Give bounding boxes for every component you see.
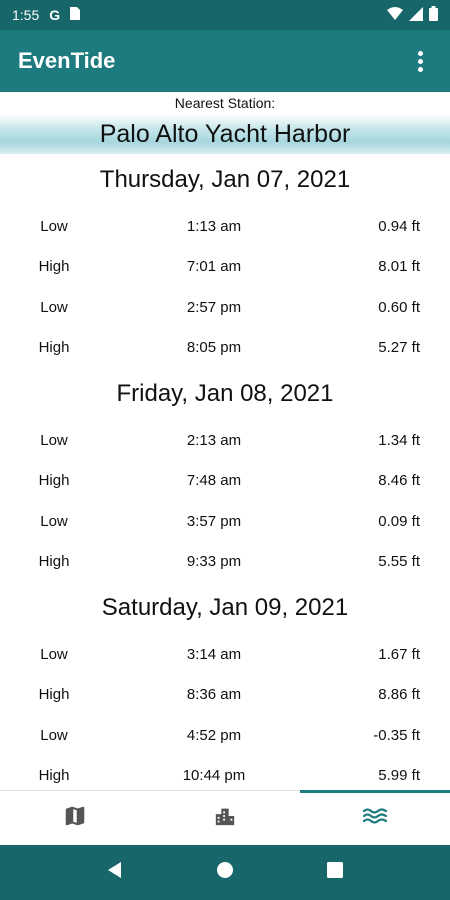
app-bar: EvenTide bbox=[0, 30, 450, 92]
station-name: Palo Alto Yacht Harbor bbox=[0, 114, 450, 154]
tide-height: 0.94 ft bbox=[378, 217, 420, 235]
tide-row: Low 2:13 am 1.34 ft bbox=[0, 420, 450, 461]
tide-time: 7:48 am bbox=[186, 472, 242, 490]
tide-time: 8:05 pm bbox=[186, 339, 242, 357]
sim-card-icon bbox=[70, 7, 81, 23]
tide-type: High bbox=[38, 767, 70, 785]
tab-waves[interactable] bbox=[300, 790, 450, 845]
tide-type: Low bbox=[40, 645, 68, 663]
bottom-nav bbox=[0, 790, 450, 845]
tide-height: 1.67 ft bbox=[378, 645, 420, 663]
tide-time: 2:57 pm bbox=[186, 298, 242, 316]
tab-map[interactable] bbox=[0, 791, 150, 845]
tide-time: 10:44 pm bbox=[182, 767, 246, 785]
tide-row: High 7:01 am 8.01 ft bbox=[0, 247, 450, 288]
tide-row: High 10:44 pm 5.99 ft bbox=[0, 756, 450, 791]
back-icon[interactable] bbox=[106, 861, 124, 884]
tide-row: Low 1:13 am 0.94 ft bbox=[0, 206, 450, 247]
tide-row: Low 3:57 pm 0.09 ft bbox=[0, 501, 450, 542]
tide-height: 0.60 ft bbox=[378, 298, 420, 316]
tide-type: Low bbox=[40, 431, 68, 449]
tide-row: Low 4:52 pm -0.35 ft bbox=[0, 715, 450, 756]
tide-row: High 8:36 am 8.86 ft bbox=[0, 675, 450, 716]
tide-height: 1.34 ft bbox=[378, 431, 420, 449]
tide-time: 2:13 am bbox=[186, 431, 242, 449]
home-icon[interactable] bbox=[216, 861, 234, 884]
tab-city[interactable] bbox=[150, 791, 300, 845]
tide-time: 3:57 pm bbox=[186, 512, 242, 530]
day-header: Saturday, Jan 09, 2021 bbox=[101, 594, 349, 621]
tide-height: 5.55 ft bbox=[378, 553, 420, 571]
tide-type: Low bbox=[40, 512, 68, 530]
tide-type: High bbox=[38, 258, 70, 276]
city-icon bbox=[214, 805, 236, 832]
tide-time: 4:52 pm bbox=[186, 726, 242, 744]
tide-row: High 7:48 am 8.46 ft bbox=[0, 461, 450, 502]
tide-height: 5.99 ft bbox=[378, 767, 420, 785]
recents-icon[interactable] bbox=[326, 861, 344, 884]
status-bar: 1:55 G bbox=[0, 0, 450, 30]
tide-time: 7:01 am bbox=[186, 258, 242, 276]
day-header: Thursday, Jan 07, 2021 bbox=[99, 166, 351, 193]
tide-type: High bbox=[38, 339, 70, 357]
map-icon bbox=[64, 805, 86, 832]
tide-height: 8.86 ft bbox=[378, 686, 420, 704]
tide-time: 1:13 am bbox=[186, 217, 242, 235]
tide-row: Low 3:14 am 1.67 ft bbox=[0, 634, 450, 675]
tide-type: High bbox=[38, 472, 70, 490]
tide-type: Low bbox=[40, 298, 68, 316]
tide-type: High bbox=[38, 553, 70, 571]
waves-icon bbox=[362, 805, 388, 832]
tide-type: High bbox=[38, 686, 70, 704]
tide-height: 8.01 ft bbox=[378, 258, 420, 276]
tide-list[interactable]: Thursday, Jan 07, 2021 Low 1:13 am 0.94 ft H… bbox=[0, 154, 450, 790]
tide-type: Low bbox=[40, 217, 68, 235]
app-title: EvenTide bbox=[18, 48, 116, 73]
battery-icon bbox=[429, 6, 438, 24]
tide-row: High 9:33 pm 5.55 ft bbox=[0, 542, 450, 583]
wifi-icon bbox=[387, 7, 403, 23]
tide-time: 8:36 am bbox=[186, 686, 242, 704]
google-icon: G bbox=[49, 7, 61, 23]
tide-row: High 8:05 pm 5.27 ft bbox=[0, 328, 450, 369]
system-nav-bar bbox=[0, 845, 450, 900]
tide-row: Low 2:57 pm 0.60 ft bbox=[0, 287, 450, 328]
tide-height: -0.35 ft bbox=[373, 726, 420, 744]
status-time: 1:55 bbox=[12, 7, 40, 23]
tide-height: 8.46 ft bbox=[378, 472, 420, 490]
tide-type: Low bbox=[40, 726, 68, 744]
tide-time: 9:33 pm bbox=[186, 553, 242, 571]
tide-height: 0.09 ft bbox=[378, 512, 420, 530]
nearest-station-label: Nearest Station: bbox=[174, 95, 276, 111]
tide-height: 5.27 ft bbox=[378, 339, 420, 357]
tide-time: 3:14 am bbox=[186, 645, 242, 663]
day-header: Friday, Jan 08, 2021 bbox=[116, 380, 334, 407]
more-vert-icon[interactable] bbox=[408, 49, 432, 73]
signal-icon bbox=[409, 6, 423, 24]
